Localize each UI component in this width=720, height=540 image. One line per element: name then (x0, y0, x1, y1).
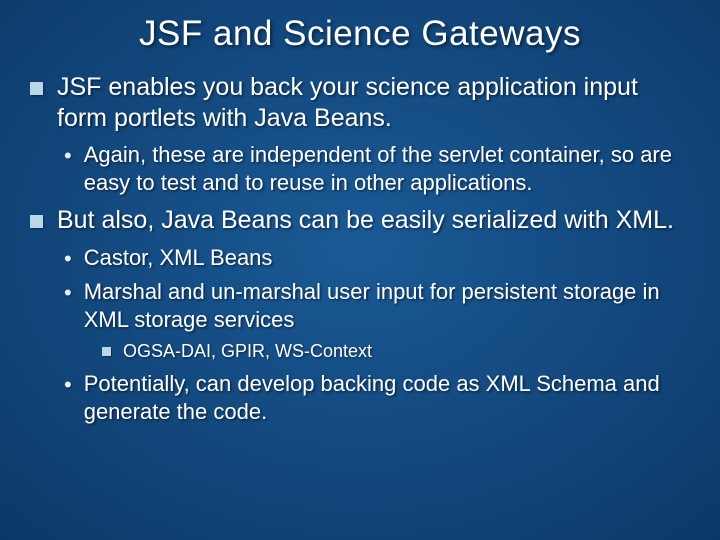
dot-bullet-icon: • (64, 145, 72, 167)
bullet-text: But also, Java Beans can be easily seria… (57, 205, 674, 236)
square-bullet-icon (30, 82, 43, 95)
list-item: • Again, these are independent of the se… (64, 141, 690, 197)
square-bullet-icon (102, 347, 111, 356)
bullet-text: Potentially, can develop backing code as… (84, 370, 690, 426)
dot-bullet-icon: • (64, 248, 72, 270)
dot-bullet-icon: • (64, 374, 72, 396)
dot-bullet-icon: • (64, 282, 72, 304)
sub-list: • Castor, XML Beans • Marshal and un-mar… (64, 244, 690, 426)
bullet-text: Marshal and un-marshal user input for pe… (84, 278, 690, 334)
list-item: OGSA-DAI, GPIR, WS-Context (102, 340, 690, 363)
bullet-text: JSF enables you back your science applic… (57, 72, 690, 133)
sub-sub-list: OGSA-DAI, GPIR, WS-Context (102, 340, 690, 363)
sub-list: • Again, these are independent of the se… (64, 141, 690, 197)
list-item: • Castor, XML Beans (64, 244, 690, 272)
square-bullet-icon (30, 215, 43, 228)
list-item: • Potentially, can develop backing code … (64, 370, 690, 426)
list-item: But also, Java Beans can be easily seria… (30, 205, 690, 426)
list-item: JSF enables you back your science applic… (30, 72, 690, 197)
bullet-text: Again, these are independent of the serv… (84, 141, 690, 197)
bullet-list: JSF enables you back your science applic… (30, 72, 690, 426)
bullet-text: Castor, XML Beans (84, 244, 273, 272)
slide-title: JSF and Science Gateways (30, 14, 690, 54)
bullet-text: OGSA-DAI, GPIR, WS-Context (123, 340, 372, 363)
list-item: • Marshal and un-marshal user input for … (64, 278, 690, 364)
